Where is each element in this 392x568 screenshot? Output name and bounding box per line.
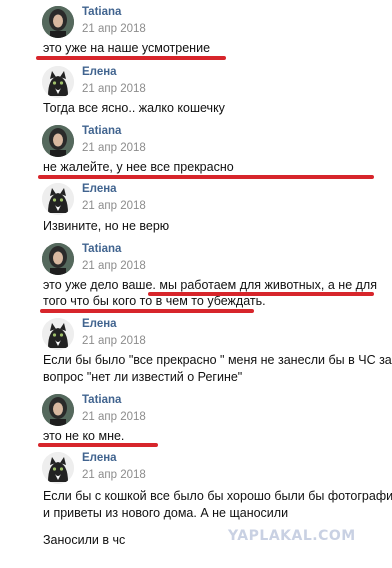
avatar-elena[interactable] (42, 183, 74, 215)
message-author[interactable]: Tatiana (82, 243, 121, 255)
message-text: не жалейте, у нее все прекрасно (43, 160, 234, 174)
message-date[interactable]: 21 апр 2018 (82, 335, 146, 347)
message-text: Если бы было "все прекрасно " меня не за… (43, 353, 392, 367)
avatar-tatiana[interactable] (42, 125, 74, 157)
message-text: Извините, но не верю (43, 219, 170, 233)
message-date[interactable]: 21 апр 2018 (82, 469, 146, 481)
message-text: Заносили в чс (43, 533, 126, 547)
message-text: Если бы с кошкой все было бы хорошо были… (43, 489, 392, 503)
avatar-tatiana[interactable] (42, 6, 74, 38)
red-underline (36, 56, 226, 60)
message-text: и приветы из нового дома. А не щаносили (43, 506, 289, 520)
message-date[interactable]: 21 апр 2018 (82, 200, 146, 212)
message-author[interactable]: Елена (82, 183, 117, 195)
avatar-elena[interactable] (42, 452, 74, 484)
red-underline (148, 292, 374, 296)
message-text: это уже дело ваше. мы работаем для живот… (43, 278, 377, 292)
message-date[interactable]: 21 апр 2018 (82, 23, 146, 35)
avatar-elena[interactable] (42, 66, 74, 98)
message-text: это уже на наше усмотрение (43, 41, 211, 55)
avatar-tatiana[interactable] (42, 243, 74, 275)
message-date[interactable]: 21 апр 2018 (82, 142, 146, 154)
red-underline (40, 309, 254, 313)
message-author[interactable]: Tatiana (82, 6, 121, 18)
message-date[interactable]: 21 апр 2018 (82, 83, 146, 95)
message-text: это не ко мне. (43, 429, 125, 443)
avatar-tatiana[interactable] (42, 394, 74, 426)
message-date[interactable]: 21 апр 2018 (82, 411, 146, 423)
red-underline (38, 443, 158, 447)
message-text: вопрос "нет ли известий о Регине" (43, 370, 243, 384)
message-author[interactable]: Tatiana (82, 394, 121, 406)
message-author[interactable]: Елена (82, 318, 117, 330)
message-date[interactable]: 21 апр 2018 (82, 260, 146, 272)
watermark: YAPLAKAL.COM (228, 528, 356, 544)
avatar-elena[interactable] (42, 318, 74, 350)
message-author[interactable]: Tatiana (82, 125, 121, 137)
red-underline (38, 175, 374, 179)
message-author[interactable]: Елена (82, 66, 117, 78)
message-text: того что бы кого то в чем то убеждать. (43, 294, 266, 308)
message-text: Тогда все ясно.. жалко кошечку (43, 101, 225, 115)
message-author[interactable]: Елена (82, 452, 117, 464)
